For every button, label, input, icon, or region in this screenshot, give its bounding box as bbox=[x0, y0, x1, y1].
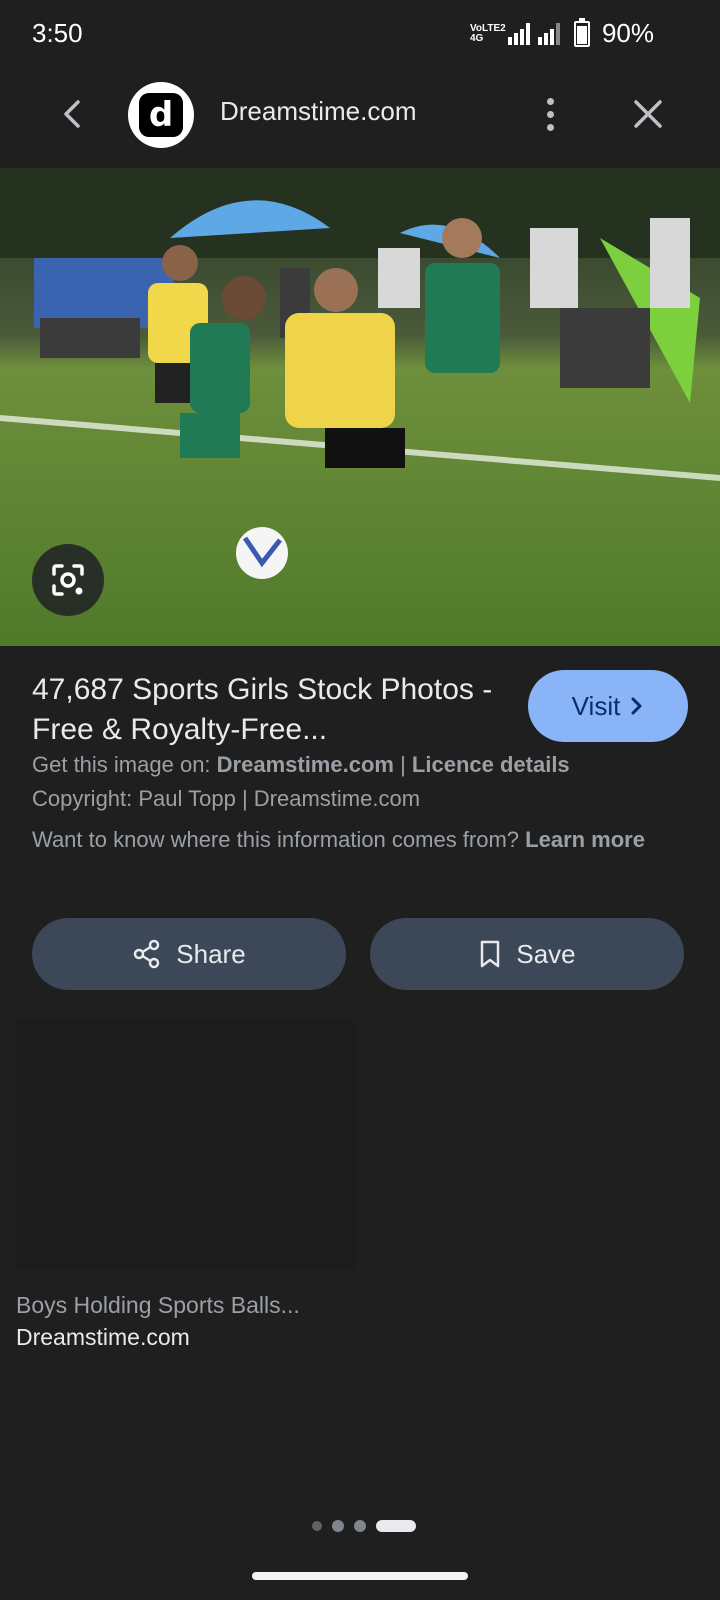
status-indicators: VoLTE2 4G 90% bbox=[469, 17, 654, 49]
share-button[interactable]: Share bbox=[32, 918, 346, 990]
related-thumbnail[interactable] bbox=[16, 1020, 356, 1270]
separator: | bbox=[393, 752, 412, 777]
save-button[interactable]: Save bbox=[370, 918, 684, 990]
more-vert-icon-dot bbox=[546, 123, 554, 131]
close-icon bbox=[634, 100, 662, 128]
source-line: Get this image on: Dreamstime.com | Lice… bbox=[32, 752, 570, 778]
info-question: Want to know where this information come… bbox=[32, 827, 526, 852]
related-result-card[interactable]: Boys Holding Sports Balls... Dreamstime.… bbox=[16, 1020, 356, 1350]
signal-strength-icon bbox=[507, 22, 530, 45]
copyright-line: Copyright: Paul Topp | Dreamstime.com bbox=[32, 786, 421, 811]
more-vert-icon bbox=[546, 97, 554, 105]
signal-strength-2-icon bbox=[537, 22, 560, 45]
visit-label: Visit bbox=[571, 690, 621, 721]
related-source: Dreamstime.com bbox=[16, 1324, 190, 1350]
more-options-button[interactable] bbox=[530, 92, 570, 136]
site-logo: d bbox=[128, 82, 194, 148]
google-lens-icon bbox=[52, 564, 84, 596]
page-dot-active bbox=[376, 1520, 416, 1532]
soccer-photo-illustration bbox=[0, 168, 720, 646]
battery-percentage: 90% bbox=[601, 18, 654, 48]
share-label: Share bbox=[176, 938, 246, 969]
site-logo-letter: d bbox=[139, 93, 183, 137]
back-button[interactable] bbox=[52, 94, 92, 134]
network-type-label: VoLTE2 4G bbox=[469, 22, 506, 44]
chevron-left-icon bbox=[64, 100, 80, 128]
site-name[interactable]: Dreamstime.com bbox=[220, 96, 416, 127]
battery-icon bbox=[573, 17, 590, 47]
source-link[interactable]: Dreamstime.com bbox=[217, 752, 394, 777]
visit-button[interactable]: Visit bbox=[528, 670, 688, 742]
result-image[interactable] bbox=[0, 168, 720, 646]
page-dot bbox=[332, 1520, 344, 1532]
home-indicator[interactable] bbox=[252, 1572, 468, 1580]
more-vert-icon-dot bbox=[546, 110, 554, 118]
close-button[interactable] bbox=[626, 92, 670, 136]
page-dot bbox=[354, 1520, 366, 1532]
save-label: Save bbox=[516, 938, 576, 969]
page-indicator bbox=[312, 1520, 416, 1532]
status-time: 3:50 bbox=[32, 18, 83, 48]
learn-more-link[interactable]: Learn more bbox=[525, 827, 645, 852]
top-bar: d Dreamstime.com bbox=[0, 66, 720, 168]
share-icon bbox=[134, 939, 160, 969]
result-title[interactable]: 47,687 Sports Girls Stock Photos - Free … bbox=[32, 670, 502, 750]
licence-details-link[interactable]: Licence details bbox=[412, 752, 570, 777]
google-lens-button[interactable] bbox=[32, 544, 104, 616]
related-title[interactable]: Boys Holding Sports Balls... bbox=[16, 1292, 300, 1319]
info-source-line: Want to know where this information come… bbox=[32, 824, 692, 856]
source-prefix: Get this image on: bbox=[32, 752, 217, 777]
bookmark-icon bbox=[481, 940, 500, 968]
status-bar: 3:50 VoLTE2 4G 90% bbox=[0, 0, 720, 66]
page-dot bbox=[312, 1521, 322, 1531]
chevron-right-icon bbox=[631, 697, 642, 715]
